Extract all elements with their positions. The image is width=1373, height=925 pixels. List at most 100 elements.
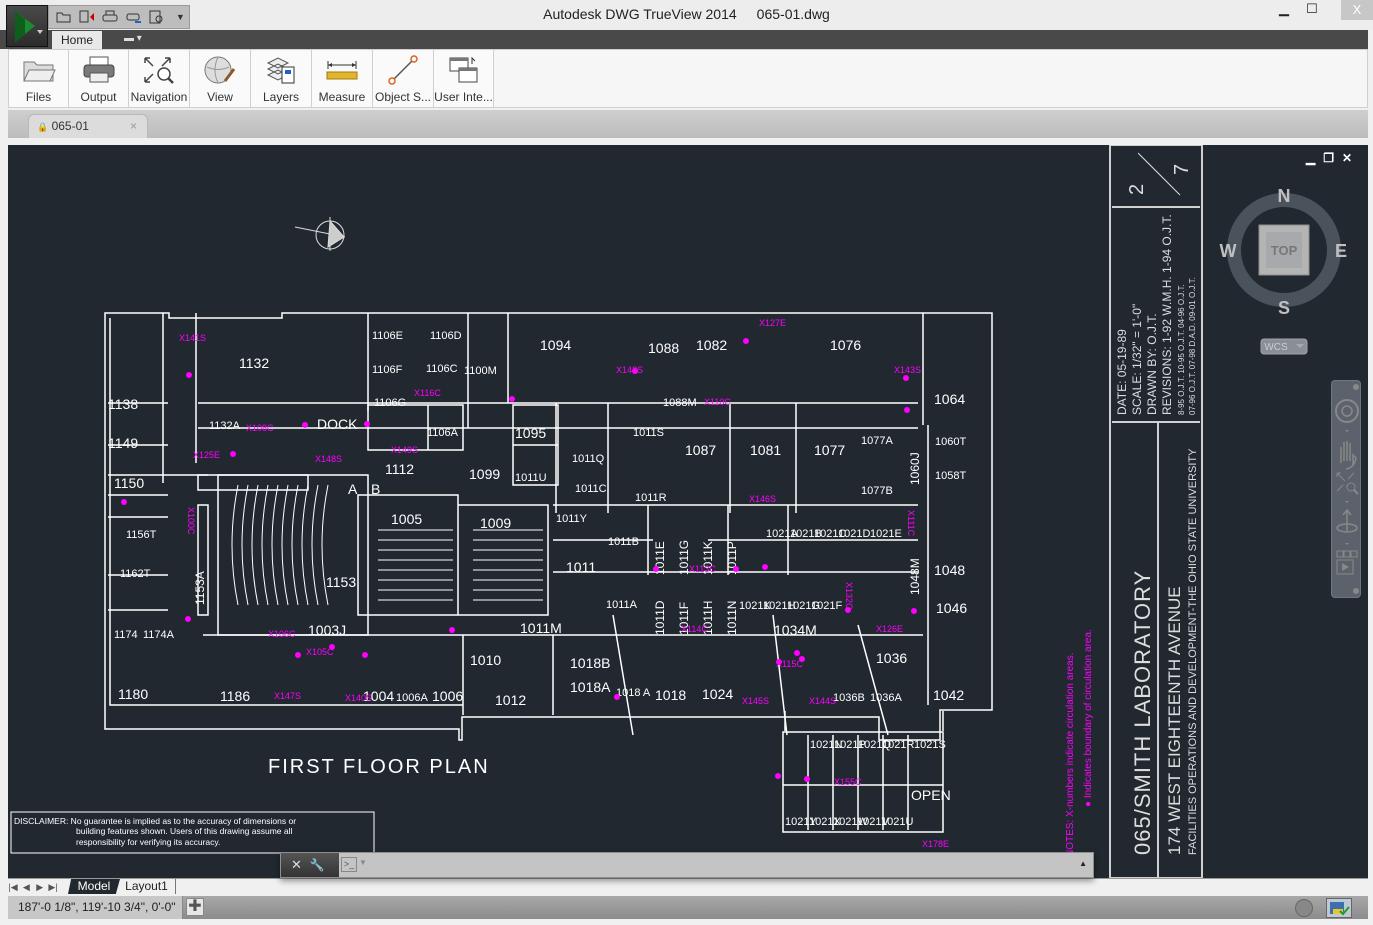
command-prompt-icon[interactable]: >_ [341, 857, 357, 872]
maximize-button[interactable]: ☐ [1298, 0, 1326, 20]
zoom-extents-icon [142, 54, 176, 86]
command-line[interactable]: ✕ 🔧 >_ ▼ ▲ [280, 852, 1094, 878]
room-label: 1132 [239, 355, 269, 371]
circulation-label: X155C [834, 777, 862, 787]
orbit-icon[interactable] [1336, 508, 1358, 533]
circulation-label: X132C [844, 582, 854, 610]
viewport-restore-button[interactable]: ❐ [1323, 151, 1334, 165]
first-layout-icon[interactable]: |◀ [8, 882, 18, 893]
tab-home[interactable]: Home [52, 31, 102, 49]
application-menu-button[interactable] [6, 5, 48, 47]
showmotion-icon[interactable] [1336, 550, 1358, 575]
room-label: 1094 [540, 337, 571, 353]
viewcube[interactable]: TOP N S W E WCS [1218, 185, 1348, 355]
wrench-icon[interactable]: 🔧 [310, 858, 325, 872]
viewport-controls: ▁ ❐ ✕ [1306, 151, 1352, 165]
minimize-button[interactable]: ▁ [1270, 0, 1298, 20]
navigation-bar [1331, 380, 1361, 598]
room-label: 1011B [608, 536, 639, 548]
circulation-label: X114C [681, 624, 708, 634]
ribbon-panel-output[interactable]: Output [69, 50, 129, 107]
circulation-label: X147S [274, 691, 301, 701]
compass-east[interactable]: E [1335, 241, 1347, 261]
room-label: 1106E [372, 330, 403, 342]
zoom-icon[interactable] [1336, 472, 1359, 495]
room-label: 1011Q [572, 453, 605, 465]
circulation-dot [302, 422, 308, 428]
expand-history-icon[interactable]: ▲ [1079, 859, 1087, 868]
circulation-label: X144S [809, 696, 836, 706]
ribbon-panel-navigation[interactable]: Navigation [129, 50, 190, 107]
floor-plan-walls [104, 312, 993, 833]
chevron-down-icon[interactable]: ▼ [359, 858, 367, 867]
ribbon-panel-view[interactable]: View [190, 50, 251, 107]
room-label: 1048M [908, 558, 922, 595]
last-layout-icon[interactable]: ▶| [48, 882, 58, 893]
drawing-canvas[interactable]: 1138 1149 1150 1132 1132A DOCK 1106E 1106D 1106F… [8, 145, 1368, 878]
room-label: 1046 [936, 600, 967, 616]
room-label: 1011C [575, 483, 607, 495]
navbar-close-icon [1353, 384, 1359, 390]
panel-toggle-icon[interactable]: ▬ ▾ [124, 33, 142, 44]
ribbon-panel-user-interface[interactable]: User Inte... [434, 50, 494, 107]
room-label: 1010 [470, 652, 501, 668]
viewport-minimize-button[interactable]: ▁ [1306, 151, 1315, 165]
plot-preview-icon[interactable] [148, 9, 165, 25]
annotation-monitor-icon[interactable] [1295, 899, 1313, 917]
room-label: 1150 [114, 475, 144, 491]
room-label: 1006A [396, 692, 428, 704]
tab-layout1[interactable]: Layout1 [118, 879, 176, 894]
pan-hand-icon[interactable] [1340, 441, 1357, 470]
command-line-close-icon[interactable]: ✕ [291, 857, 302, 873]
open-icon[interactable] [55, 9, 72, 25]
circulation-label: X143S [894, 365, 921, 375]
room-label: 1011R [635, 492, 667, 504]
circulation-dot [911, 608, 917, 614]
dwg-convert-icon[interactable] [78, 9, 95, 25]
next-layout-icon[interactable]: ▶ [35, 882, 45, 893]
viewcube-face-label[interactable]: TOP [1271, 243, 1298, 258]
plot-icon[interactable] [102, 9, 119, 25]
tab-model[interactable]: Model [68, 879, 120, 894]
customize-dropdown-icon[interactable]: ▼ [172, 9, 189, 25]
room-label: 1011M [520, 620, 562, 636]
room-label: 1153A [193, 571, 207, 605]
circulation-dot [776, 659, 782, 665]
room-label: 1011N [725, 601, 739, 635]
close-tab-icon[interactable]: × [130, 115, 137, 137]
ucs-label[interactable]: WCS [1264, 342, 1288, 353]
circulation-dot [364, 421, 370, 427]
circulation-dot [614, 694, 620, 700]
room-label: 1060T [935, 436, 966, 448]
batch-plot-icon[interactable] [125, 9, 142, 25]
ribbon-panel-measure[interactable]: Measure [312, 50, 373, 107]
ribbon-panel-files[interactable]: Files [9, 50, 69, 107]
room-label: 1100M [464, 365, 497, 377]
previous-layout-icon[interactable]: ◀ [21, 882, 31, 893]
steering-wheel-icon[interactable] [1335, 399, 1359, 423]
plus-icon[interactable]: ✚ [186, 898, 204, 916]
document-tab[interactable]: 🔒 065-01 × [28, 114, 148, 138]
room-label: 1112 [385, 461, 414, 477]
viewport-close-button[interactable]: ✕ [1342, 151, 1352, 165]
ribbon-panel-object-snap[interactable]: Object S... [373, 50, 434, 107]
room-label: 1077 [814, 442, 845, 458]
circulation-dot [794, 650, 800, 656]
room-label: 1186 [220, 688, 250, 704]
compass-west[interactable]: W [1220, 241, 1237, 261]
circulation-label: X149S [391, 445, 418, 455]
document-tab-label: 065-01 [51, 119, 89, 133]
room-label: 1042 [933, 687, 964, 703]
close-button[interactable]: X [1341, 0, 1373, 20]
notes-line-1: NOTES: X-numbers indicate circulation ar… [1065, 652, 1076, 857]
command-line-toolbar: ✕ 🔧 [281, 853, 339, 877]
room-label: 1087 [685, 442, 716, 458]
room-label: 1138 [108, 396, 138, 412]
printer-icon [82, 54, 116, 86]
clean-screen-icon[interactable] [1326, 898, 1352, 918]
ribbon-panel-layers[interactable]: Layers [251, 50, 312, 107]
compass-south[interactable]: S [1278, 298, 1290, 318]
room-label: 1106A [427, 427, 459, 439]
circulation-dot [230, 451, 236, 457]
compass-north[interactable]: N [1278, 186, 1291, 206]
